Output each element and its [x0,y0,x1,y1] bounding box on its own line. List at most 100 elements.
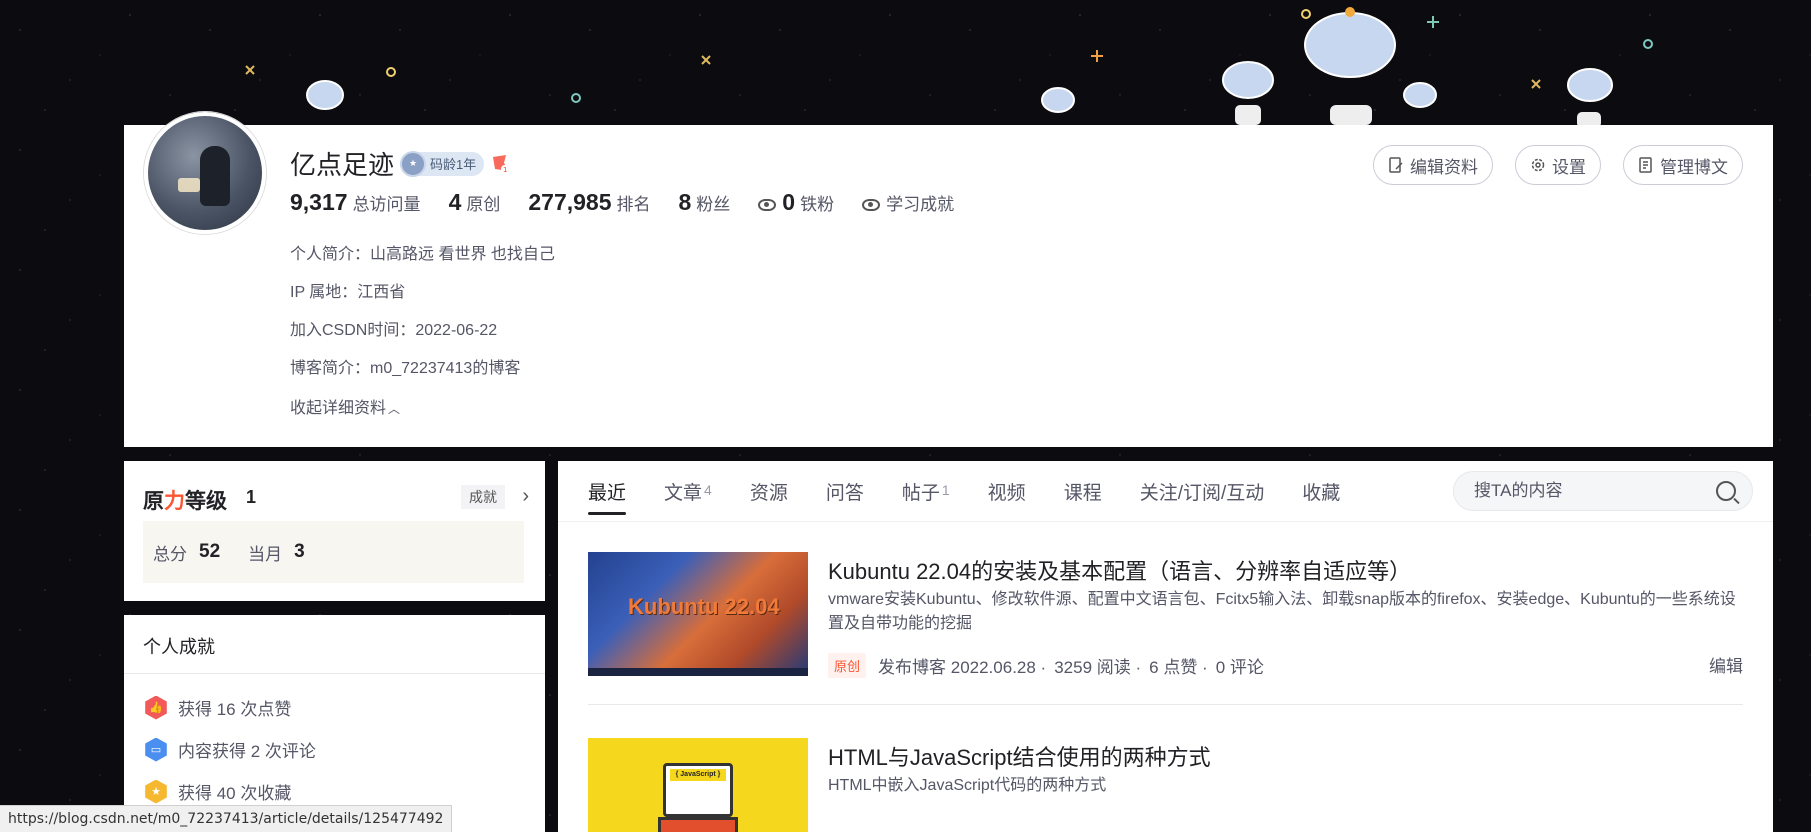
joined-line: 加入CSDN时间：2022-06-22 [290,316,497,340]
user-name: 亿点足迹 [290,150,395,180]
content-tabs: 最近 文章 4 资源 问答 帖子 1 视频 课程 关注/订阅/互动 收藏 [588,461,1340,521]
learning-achievement-label: 学习成就 [886,195,955,214]
tab-label: 关注/订阅/互动 [1139,482,1265,504]
edit-profile-button[interactable]: 编辑资料 [1373,145,1493,185]
comment-count: 0 评论 [1215,658,1264,677]
level-title: 原力等级 [143,485,227,515]
article-thumbnail[interactable]: Kubuntu 22.04 [588,552,808,676]
tab-label: 问答 [825,482,864,504]
edit-profile-label: 编辑资料 [1410,157,1478,177]
article-thumbnail[interactable]: { JavaScript } [588,738,808,832]
profile-stats: 9,317 总访问量 4 原创 277,985 排名 8 粉丝 0 铁粉 学习成… [290,189,982,216]
tab-resources[interactable]: 资源 [750,461,788,521]
level-score-box: 总分 52 当月 3 [143,521,524,583]
month-label: 当月 [248,544,283,564]
divider [124,673,545,674]
stat-visits: 9,317 总访问量 [290,189,421,216]
stat-label: 原创 [466,195,501,214]
thumbnail-text: { JavaScript } [670,769,726,781]
manage-posts-label: 管理博文 [1660,157,1728,177]
eye-icon [862,199,881,211]
tab-articles[interactable]: 文章 4 [664,461,712,521]
svg-text:1: 1 [503,166,507,174]
code-age-badge[interactable]: ★ 码龄1年 [400,150,485,177]
article-divider [588,704,1743,705]
bio-line: 个人简介：山高路远 看世界 也找自己 [290,240,555,264]
avatar[interactable] [144,112,266,234]
learning-achievement-link[interactable]: 学习成就 [862,190,954,215]
total-label: 总分 [153,544,187,564]
chevron-up-icon: ︿ [388,402,401,416]
article-title[interactable]: HTML与JavaScript结合使用的两种方式 [828,740,1211,772]
search-icon[interactable] [1716,481,1736,501]
satellite-dish-decoration [245,7,1653,128]
level-title-accent: 力 [164,490,185,513]
eye-icon [758,199,777,211]
doc-list-icon [1639,157,1652,173]
level-card: 原力等级 1 成就 › 总分 52 当月 3 [124,461,545,601]
star-icon: ★ [145,779,167,804]
flag-badge-icon[interactable]: 1 [490,153,512,175]
achievements-tag[interactable]: 成就 [461,485,505,509]
stat-value: 8 [678,189,692,215]
search-input[interactable] [1474,481,1716,501]
avatar-figure [200,146,230,206]
achievement-text: 获得 40 次收藏 [178,784,292,803]
tabs-divider [558,521,1773,522]
achievements-title: 个人成就 [143,637,215,657]
achievements-card: 个人成就 👍 获得 16 次点赞 ▭ 内容获得 2 次评论 ★ 获得 40 次收… [124,615,545,832]
achievement-item: ★ 获得 40 次收藏 [144,779,291,804]
article-title[interactable]: Kubuntu 22.04的安装及基本配置（语言、分辨率自适应等） [828,554,1411,586]
settings-button[interactable]: 设置 [1515,145,1601,185]
ip-line: IP 属地：江西省 [290,278,405,302]
stat-fans[interactable]: 8 粉丝 [679,189,731,216]
thumbnail-taskbar [588,668,808,676]
collapse-label: 收起详细资料 [290,400,387,417]
name-row: 亿点足迹 ★ 码龄1年 1 [290,145,512,182]
stat-value: 0 [782,189,796,215]
collapse-details-link[interactable]: 收起详细资料 ︿ [290,394,400,418]
blog-text: m0_72237413的博客 [370,360,521,377]
stat-label: 粉丝 [696,195,731,214]
article-item[interactable]: { JavaScript } HTML与JavaScript结合使用的两种方式 … [588,738,1743,832]
level-title-part: 原 [143,490,164,513]
edit-article-button[interactable]: 编辑 [1709,652,1743,677]
tab-follow-subscribe[interactable]: 关注/订阅/互动 [1140,461,1265,521]
article-meta: 原创 发布博客 2022.06.28 · 3259 阅读 · 6 点赞 · 0 … [828,653,1264,678]
tab-qa[interactable]: 问答 [826,461,864,521]
tab-courses[interactable]: 课程 [1064,461,1102,521]
stat-value: 277,985 [528,189,612,215]
chevron-right-icon[interactable]: › [522,485,529,508]
stat-label: 总访问量 [352,195,421,214]
tab-recent[interactable]: 最近 [588,461,627,521]
gear-icon [1531,158,1545,172]
profile-card: 亿点足迹 ★ 码龄1年 1 9,317 总访问量 4 原创 277,985 排名… [124,112,1773,447]
stat-iron-fans[interactable]: 0 铁粉 [758,189,834,216]
achievement-item: 👍 获得 16 次点赞 [144,695,291,720]
tab-posts[interactable]: 帖子 1 [902,461,950,521]
laptop-illustration: { JavaScript } [663,763,733,817]
article-item[interactable]: Kubuntu 22.04 Kubuntu 22.04的安装及基本配置（语言、分… [588,552,1743,682]
blog-label: 博客简介： [290,360,371,377]
achievement-item: ▭ 内容获得 2 次评论 [144,737,316,762]
tab-favorites[interactable]: 收藏 [1302,461,1340,521]
tab-label: 视频 [987,482,1026,504]
joined-label: 加入CSDN时间： [290,322,416,339]
tab-label: 收藏 [1302,482,1341,504]
achievement-text: 内容获得 2 次评论 [178,742,316,761]
stat-value: 9,317 [290,189,348,215]
manage-posts-button[interactable]: 管理博文 [1623,145,1743,185]
tab-label: 文章 [664,482,703,504]
original-tag: 原创 [828,653,867,678]
bio-text: 山高路远 看世界 也找自己 [370,246,555,263]
comment-icon: ▭ [145,737,167,762]
laptop-base [658,817,738,832]
tab-videos[interactable]: 视频 [988,461,1026,521]
stat-rank: 277,985 排名 [528,189,650,216]
tab-count: 1 [941,482,950,498]
content-search [1453,471,1753,511]
joined-text: 2022-06-22 [415,322,498,339]
code-age-label: 码龄1年 [430,157,477,172]
edit-doc-icon [1389,157,1403,173]
blog-line: 博客简介：m0_72237413的博客 [290,354,520,378]
